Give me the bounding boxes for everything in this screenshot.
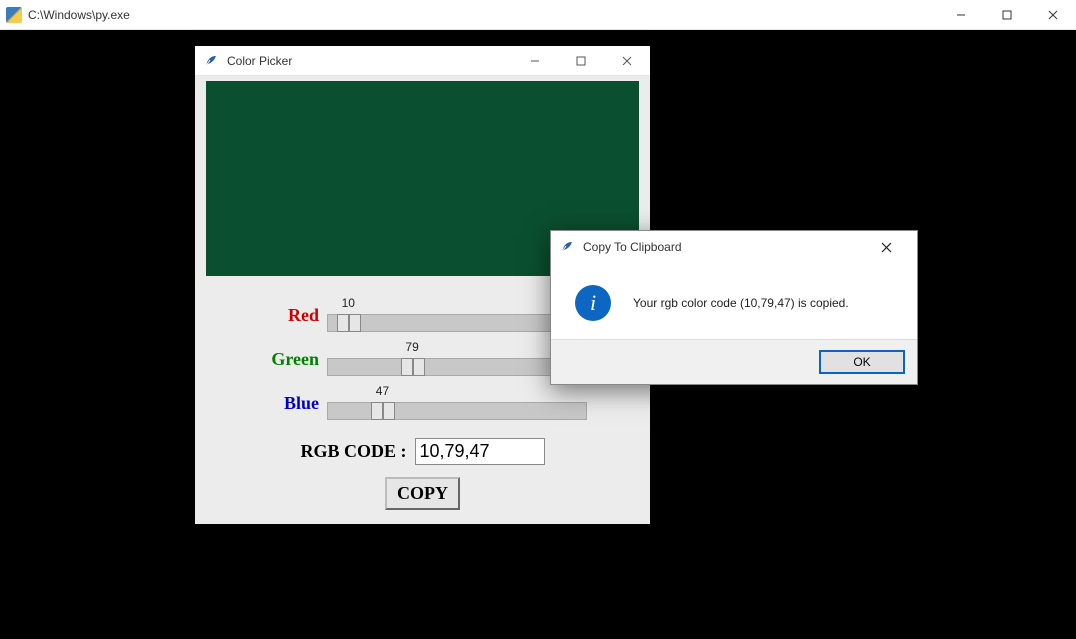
slider-thumb-red[interactable] <box>337 314 361 332</box>
red-slider[interactable]: 10 <box>327 298 587 332</box>
dialog-titlebar: Copy To Clipboard <box>551 231 917 263</box>
ok-button[interactable]: OK <box>819 350 905 374</box>
outer-close-button[interactable] <box>1030 0 1076 30</box>
slider-label-red: Red <box>254 305 319 326</box>
copy-clipboard-dialog: Copy To Clipboard i Your rgb color code … <box>550 230 918 385</box>
slider-label-blue: Blue <box>254 393 319 414</box>
info-icon: i <box>575 285 611 321</box>
dialog-body: i Your rgb color code (10,79,47) is copi… <box>551 263 917 339</box>
picker-titlebar: Color Picker <box>195 46 650 76</box>
outer-minimize-button[interactable] <box>938 0 984 30</box>
dialog-title: Copy To Clipboard <box>583 240 682 254</box>
rgb-code-label: RGB CODE : <box>300 441 406 462</box>
outer-client-area: Color Picker Red 10 <box>0 30 1076 639</box>
rgb-code-input[interactable] <box>415 438 545 465</box>
slider-value-red: 10 <box>342 296 355 310</box>
picker-close-button[interactable] <box>604 46 650 76</box>
picker-window-title: Color Picker <box>227 54 292 68</box>
blue-slider[interactable]: 47 <box>327 386 587 420</box>
outer-titlebar: C:\Windows\py.exe <box>0 0 1076 30</box>
tk-feather-icon <box>559 239 575 255</box>
green-slider[interactable]: 79 <box>327 342 587 376</box>
dialog-close-button[interactable] <box>863 232 909 262</box>
slider-thumb-blue[interactable] <box>371 402 395 420</box>
copy-button[interactable]: COPY <box>385 477 460 510</box>
python-icon <box>6 7 22 23</box>
tk-feather-icon <box>203 53 219 69</box>
picker-maximize-button[interactable] <box>558 46 604 76</box>
slider-thumb-green[interactable] <box>401 358 425 376</box>
picker-minimize-button[interactable] <box>512 46 558 76</box>
outer-window: C:\Windows\py.exe Color Picker <box>0 0 1076 639</box>
slider-value-green: 79 <box>405 340 418 354</box>
rgb-code-row: RGB CODE : <box>206 438 639 465</box>
dialog-footer: OK <box>551 339 917 384</box>
slider-label-green: Green <box>254 349 319 370</box>
dialog-message: Your rgb color code (10,79,47) is copied… <box>633 296 849 310</box>
outer-window-title: C:\Windows\py.exe <box>28 8 130 22</box>
outer-maximize-button[interactable] <box>984 0 1030 30</box>
slider-value-blue: 47 <box>376 384 389 398</box>
slider-row-blue: Blue 47 <box>206 386 639 420</box>
